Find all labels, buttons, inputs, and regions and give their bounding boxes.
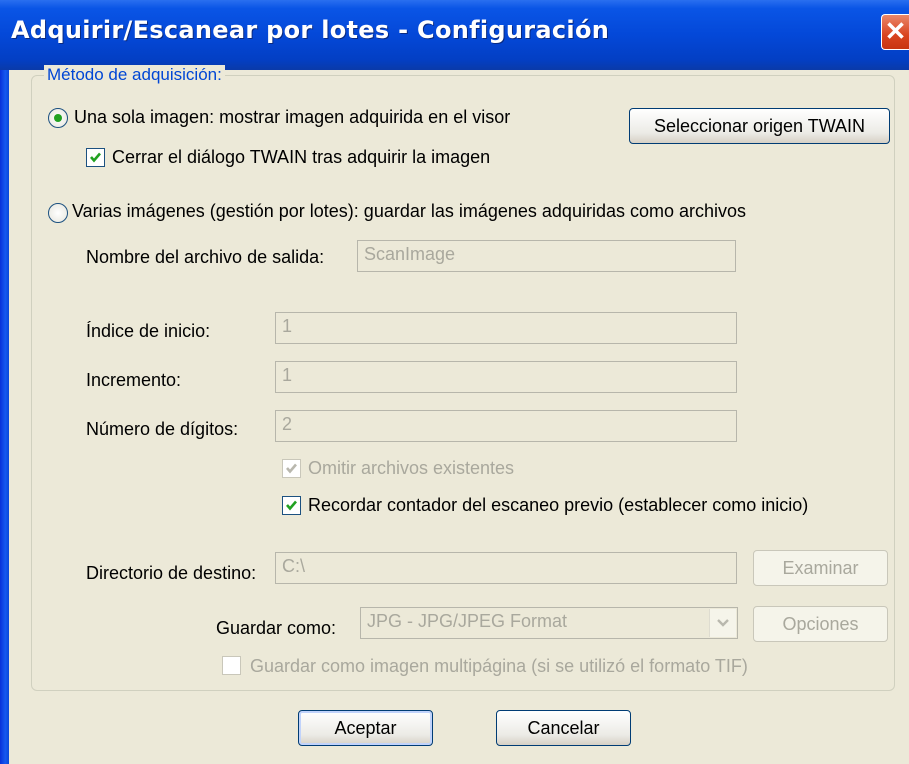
multipage-label[interactable]: Guardar como imagen multipágina (si se u… (250, 656, 748, 677)
output-name-field[interactable]: ScanImage (357, 240, 736, 272)
increment-field[interactable]: 1 (275, 361, 737, 393)
save-as-label: Guardar como: (216, 618, 337, 638)
cancel-button[interactable]: Cancelar (496, 710, 631, 746)
batch-images-radio[interactable] (48, 203, 68, 223)
dest-dir-label: Directorio de destino: (86, 563, 257, 583)
start-index-label: Índice de inicio: (86, 321, 211, 341)
digits-field[interactable]: 2 (275, 410, 737, 442)
skip-existing-label[interactable]: Omitir archivos existentes (308, 458, 514, 479)
select-twain-source-button[interactable]: Seleccionar origen TWAIN (629, 108, 890, 144)
window-title: Adquirir/Escanear por lotes - Configurac… (11, 16, 610, 44)
remember-counter-checkbox[interactable] (282, 496, 301, 515)
save-as-value: JPG - JPG/JPEG Format (367, 611, 568, 631)
dropdown-button[interactable] (709, 609, 736, 637)
close-icon: ✕ (884, 16, 907, 46)
remember-counter-label[interactable]: Recordar contador del escaneo previo (es… (308, 495, 808, 516)
skip-existing-checkbox[interactable] (282, 459, 301, 478)
radio-selected-dot (54, 114, 62, 122)
ok-button[interactable]: Aceptar (298, 710, 433, 746)
window-frame-left (0, 70, 9, 764)
checkmark-icon (286, 463, 297, 474)
options-button[interactable]: Opciones (753, 606, 888, 642)
single-image-radio[interactable] (48, 108, 68, 128)
increment-label: Incremento: (86, 370, 182, 390)
close-button[interactable]: ✕ (881, 14, 909, 50)
save-as-select[interactable]: JPG - JPG/JPEG Format (360, 607, 738, 639)
close-twain-label[interactable]: Cerrar el diálogo TWAIN tras adquirir la… (112, 147, 490, 168)
batch-images-label[interactable]: Varias imágenes (gestión por lotes): gua… (72, 201, 746, 222)
checkmark-icon (90, 152, 101, 163)
title-bar[interactable]: Adquirir/Escanear por lotes - Configurac… (0, 0, 909, 70)
multipage-checkbox[interactable] (222, 656, 241, 675)
digits-label: Número de dígitos: (86, 419, 239, 439)
chevron-down-icon (717, 619, 729, 627)
group-legend: Método de adquisición: (44, 65, 225, 85)
checkmark-icon (286, 500, 297, 511)
browse-button[interactable]: Examinar (753, 550, 888, 586)
close-twain-checkbox[interactable] (86, 148, 105, 167)
single-image-label[interactable]: Una sola imagen: mostrar imagen adquirid… (74, 107, 510, 128)
dest-dir-field[interactable]: C:\ (275, 552, 737, 584)
start-index-field[interactable]: 1 (275, 312, 737, 344)
output-name-label: Nombre del archivo de salida: (86, 247, 325, 267)
dialog-window: Adquirir/Escanear por lotes - Configurac… (0, 0, 909, 764)
